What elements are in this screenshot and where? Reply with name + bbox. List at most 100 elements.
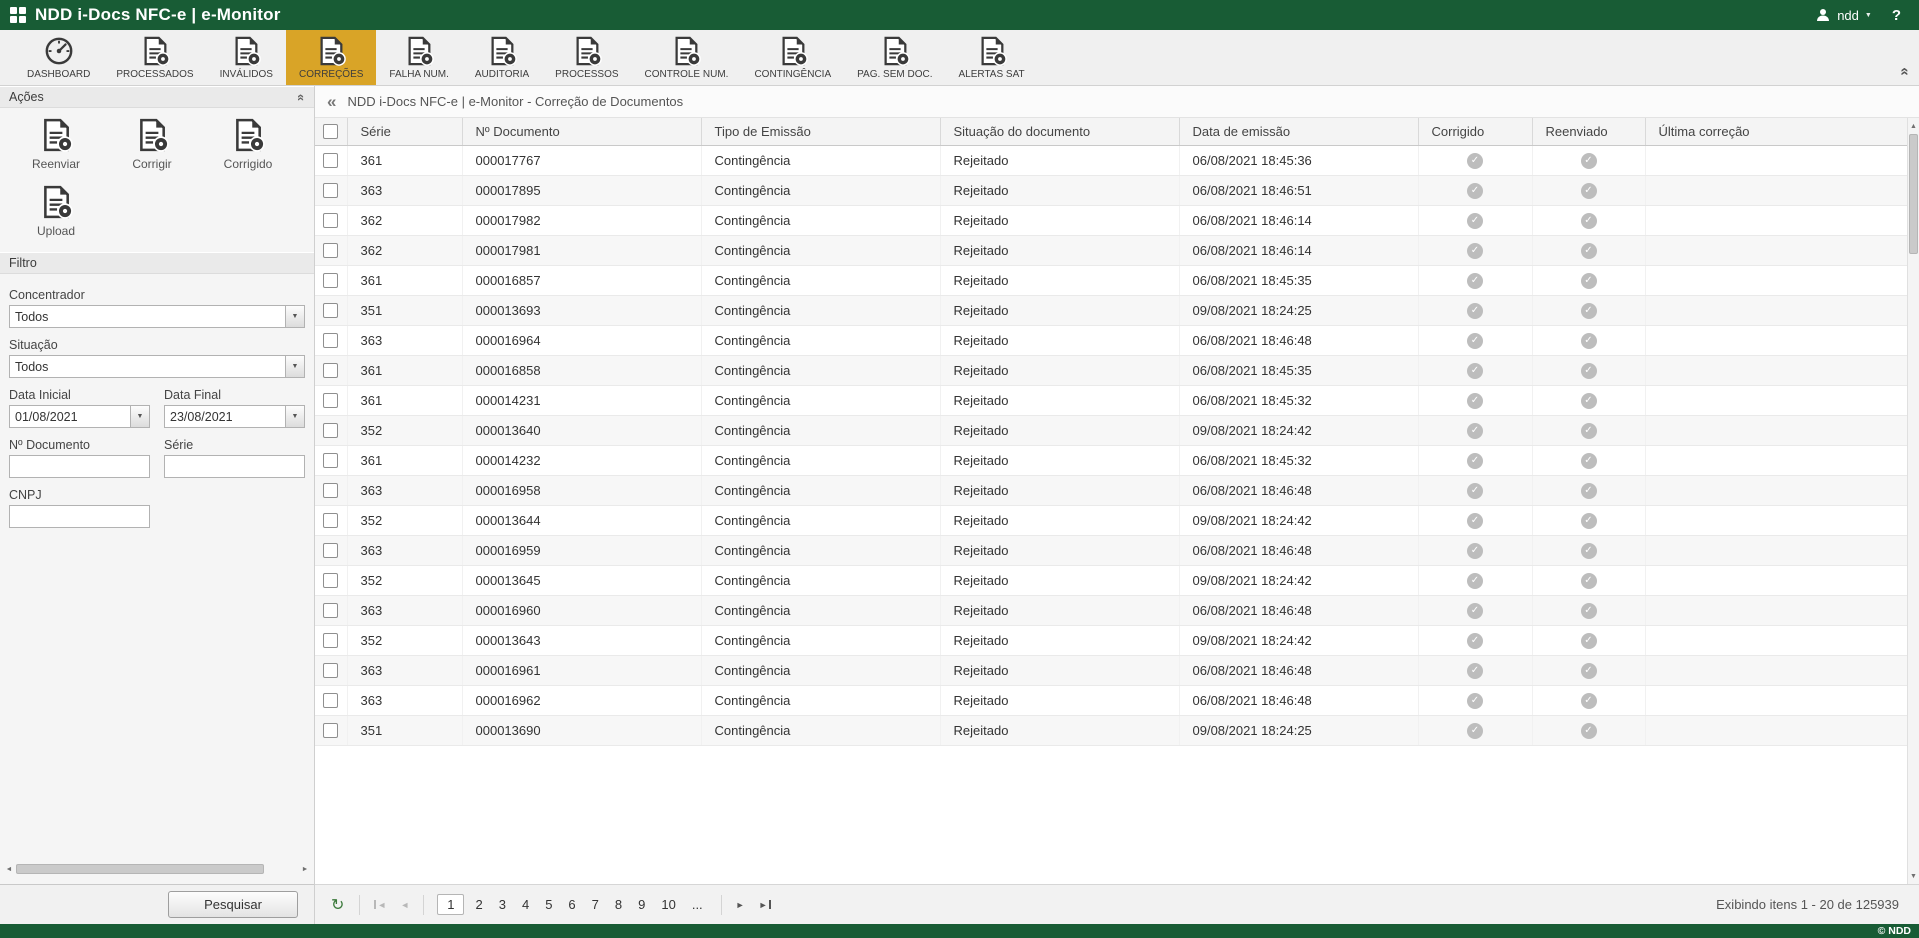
scroll-down-icon[interactable]: ▼ — [1908, 868, 1919, 884]
scroll-up-icon[interactable]: ▲ — [1908, 118, 1919, 134]
column-header[interactable]: Tipo de Emissão — [701, 118, 940, 145]
table-row[interactable]: 363 000016959 Contingência Rejeitado 06/… — [315, 535, 1918, 565]
page-number[interactable]: 7 — [587, 894, 604, 915]
concentrador-select[interactable]: ▼ — [9, 305, 305, 328]
first-page-button[interactable]: ◄ — [369, 900, 391, 910]
table-row[interactable]: 361 000016858 Contingência Rejeitado 06/… — [315, 355, 1918, 385]
row-checkbox[interactable] — [323, 573, 338, 588]
page-number[interactable]: 3 — [494, 894, 511, 915]
row-checkbox[interactable] — [323, 273, 338, 288]
help-button[interactable]: ? — [1892, 7, 1909, 24]
situacao-input[interactable] — [10, 356, 285, 377]
page-number[interactable]: 2 — [470, 894, 487, 915]
action-button[interactable]: Corrigido — [200, 118, 296, 171]
row-checkbox[interactable] — [323, 663, 338, 678]
page-number[interactable]: 8 — [610, 894, 627, 915]
row-checkbox[interactable] — [323, 633, 338, 648]
data-final-picker[interactable]: ▼ — [164, 405, 305, 428]
concentrador-input[interactable] — [10, 306, 285, 327]
table-row[interactable]: 351 000013693 Contingência Rejeitado 09/… — [315, 295, 1918, 325]
table-row[interactable]: 363 000016964 Contingência Rejeitado 06/… — [315, 325, 1918, 355]
toolbar-item[interactable]: AUDITORIA — [462, 30, 542, 85]
table-row[interactable]: 352 000013644 Contingência Rejeitado 09/… — [315, 505, 1918, 535]
table-row[interactable]: 361 000014232 Contingência Rejeitado 06/… — [315, 445, 1918, 475]
cnpj-input[interactable] — [9, 505, 150, 528]
table-row[interactable]: 363 000016961 Contingência Rejeitado 06/… — [315, 655, 1918, 685]
table-row[interactable]: 363 000016960 Contingência Rejeitado 06/… — [315, 595, 1918, 625]
row-checkbox[interactable] — [323, 723, 338, 738]
scrollbar-thumb[interactable] — [16, 864, 264, 874]
data-final-dropdown-arrow-icon[interactable]: ▼ — [285, 406, 304, 427]
concentrador-dropdown-arrow-icon[interactable]: ▼ — [285, 306, 304, 327]
table-row[interactable]: 352 000013640 Contingência Rejeitado 09/… — [315, 415, 1918, 445]
row-checkbox[interactable] — [323, 183, 338, 198]
situacao-dropdown-arrow-icon[interactable]: ▼ — [285, 356, 304, 377]
sidebar-horizontal-scrollbar[interactable]: ◄ ► — [0, 862, 314, 876]
scroll-right-icon[interactable]: ► — [298, 866, 312, 873]
search-button[interactable]: Pesquisar — [168, 891, 298, 918]
column-header[interactable]: Série — [347, 118, 462, 145]
table-row[interactable]: 363 000017895 Contingência Rejeitado 06/… — [315, 175, 1918, 205]
row-checkbox[interactable] — [323, 333, 338, 348]
toolbar-item[interactable]: CONTROLE NUM. — [632, 30, 742, 85]
last-page-button[interactable]: ► — [754, 900, 776, 910]
action-button[interactable]: Upload — [8, 185, 104, 238]
table-row[interactable]: 351 000013690 Contingência Rejeitado 09/… — [315, 715, 1918, 745]
serie-input[interactable] — [164, 455, 305, 478]
row-checkbox[interactable] — [323, 243, 338, 258]
column-header[interactable]: Corrigido — [1418, 118, 1532, 145]
column-header[interactable]: Reenviado — [1532, 118, 1645, 145]
action-button[interactable]: Reenviar — [8, 118, 104, 171]
toolbar-item[interactable]: PAG. SEM DOC. — [844, 30, 945, 85]
row-checkbox[interactable] — [323, 153, 338, 168]
toolbar-item[interactable]: CONTINGÊNCIA — [741, 30, 844, 85]
collapse-sidebar-button[interactable]: « — [327, 92, 336, 112]
toolbar-item[interactable]: FALHA NUM. — [376, 30, 461, 85]
num-documento-input[interactable] — [9, 455, 150, 478]
action-button[interactable]: Corrigir — [104, 118, 200, 171]
row-checkbox[interactable] — [323, 513, 338, 528]
data-inicial-input[interactable] — [10, 406, 130, 427]
table-row[interactable]: 352 000013645 Contingência Rejeitado 09/… — [315, 565, 1918, 595]
row-checkbox[interactable] — [323, 453, 338, 468]
page-number[interactable]: 4 — [517, 894, 534, 915]
table-row[interactable]: 361 000014231 Contingência Rejeitado 06/… — [315, 385, 1918, 415]
column-header[interactable]: Nº Documento — [462, 118, 701, 145]
toolbar-item[interactable]: PROCESSADOS — [103, 30, 206, 85]
actions-panel-header[interactable]: Ações « — [0, 86, 314, 108]
column-header[interactable]: Situação do documento — [940, 118, 1179, 145]
data-final-input[interactable] — [165, 406, 285, 427]
page-number[interactable]: 10 — [656, 894, 680, 915]
data-inicial-picker[interactable]: ▼ — [9, 405, 150, 428]
row-checkbox[interactable] — [323, 393, 338, 408]
table-row[interactable]: 362 000017981 Contingência Rejeitado 06/… — [315, 235, 1918, 265]
toolbar-item[interactable]: PROCESSOS — [542, 30, 631, 85]
toolbar-item[interactable]: CORREÇÕES — [286, 30, 376, 85]
situacao-select[interactable]: ▼ — [9, 355, 305, 378]
table-row[interactable]: 362 000017982 Contingência Rejeitado 06/… — [315, 205, 1918, 235]
toolbar-item[interactable]: INVÁLIDOS — [207, 30, 286, 85]
prev-page-button[interactable]: ◄ — [395, 900, 414, 910]
row-checkbox[interactable] — [323, 423, 338, 438]
scrollbar-thumb[interactable] — [1909, 134, 1918, 254]
page-number[interactable]: 6 — [563, 894, 580, 915]
page-number[interactable]: 5 — [540, 894, 557, 915]
data-inicial-dropdown-arrow-icon[interactable]: ▼ — [130, 406, 149, 427]
table-row[interactable]: 361 000017767 Contingência Rejeitado 06/… — [315, 145, 1918, 175]
table-row[interactable]: 363 000016962 Contingência Rejeitado 06/… — [315, 685, 1918, 715]
table-vertical-scrollbar[interactable]: ▲ ▼ — [1907, 118, 1919, 884]
page-number[interactable]: 9 — [633, 894, 650, 915]
row-checkbox[interactable] — [323, 213, 338, 228]
next-page-button[interactable]: ► — [731, 900, 750, 910]
row-checkbox[interactable] — [323, 693, 338, 708]
row-checkbox[interactable] — [323, 303, 338, 318]
toolbar-item[interactable]: ALERTAS SAT — [946, 30, 1038, 85]
page-number[interactable]: 1 — [437, 894, 464, 915]
row-checkbox[interactable] — [323, 543, 338, 558]
user-menu[interactable]: ndd ▼ — [1815, 7, 1872, 23]
select-all-checkbox[interactable] — [323, 124, 338, 139]
table-row[interactable]: 361 000016857 Contingência Rejeitado 06/… — [315, 265, 1918, 295]
row-checkbox[interactable] — [323, 483, 338, 498]
table-row[interactable]: 352 000013643 Contingência Rejeitado 09/… — [315, 625, 1918, 655]
toolbar-collapse-button[interactable]: « — [1901, 63, 1909, 80]
